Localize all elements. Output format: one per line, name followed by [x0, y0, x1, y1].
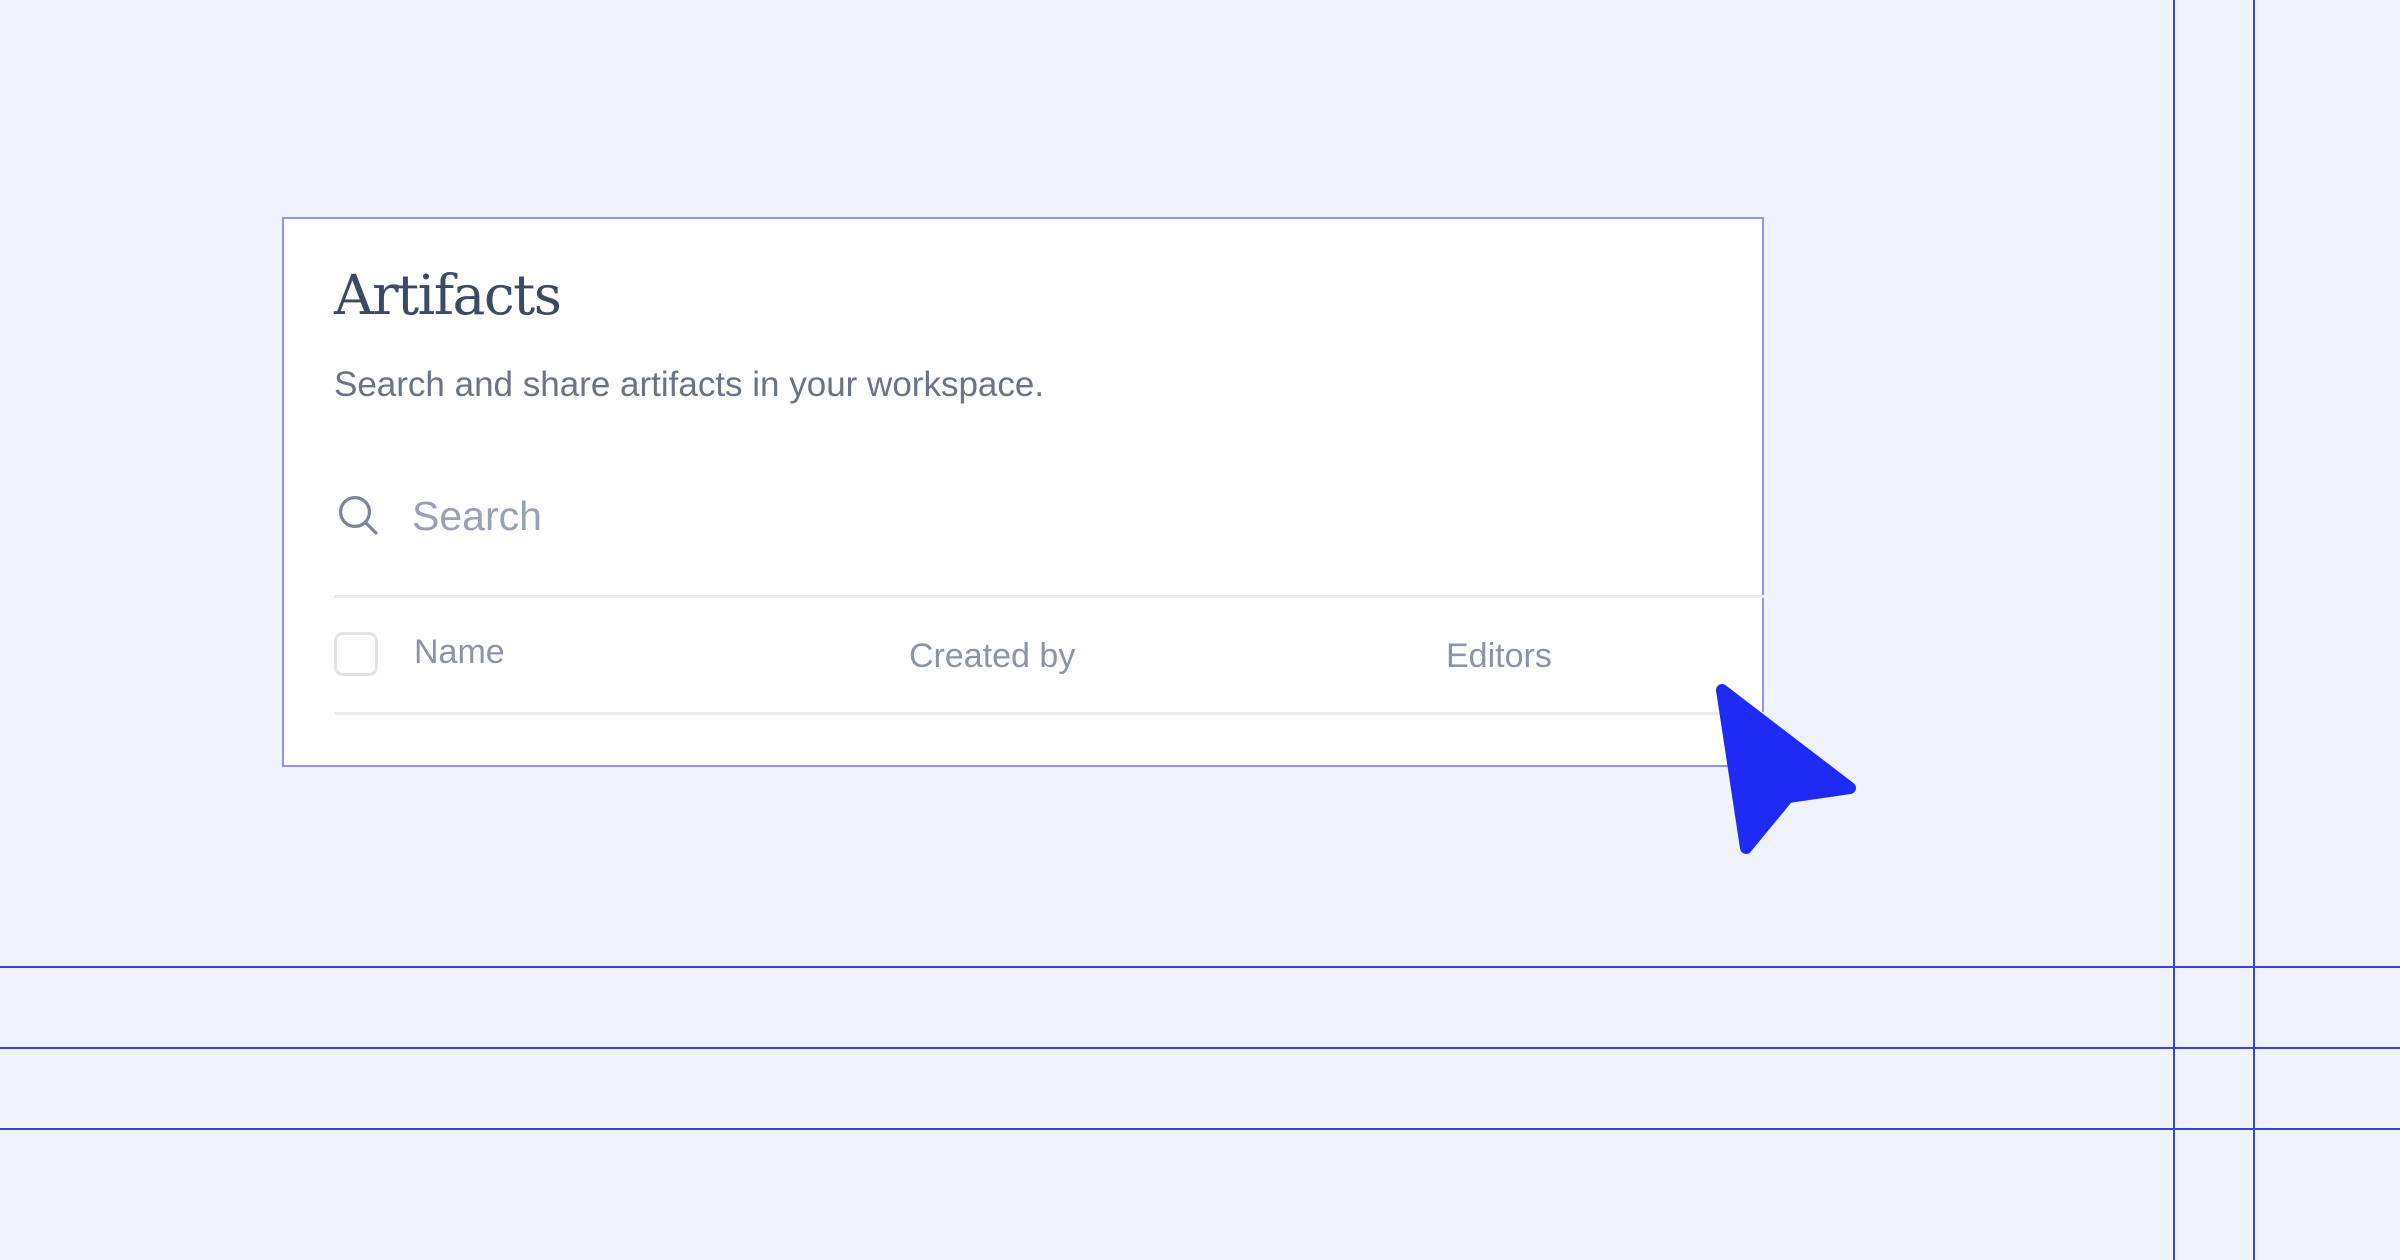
guide-line-horizontal-2: [0, 1047, 2400, 1049]
page-title: Artifacts: [334, 263, 562, 327]
column-header-editors[interactable]: Editors: [1446, 636, 1552, 677]
column-header-name[interactable]: Name: [414, 632, 505, 673]
select-all-checkbox[interactable]: [334, 632, 378, 676]
search-input[interactable]: [412, 481, 1712, 551]
guide-line-vertical-2: [2253, 0, 2255, 1260]
guide-line-vertical-1: [2173, 0, 2175, 1260]
search-icon: [339, 496, 378, 535]
table-header: Name Created by Editors: [334, 595, 1764, 715]
guide-line-horizontal-1: [0, 966, 2400, 968]
cursor-arrow-icon: [1716, 684, 1856, 854]
page-subtitle: Search and share artifacts in your works…: [334, 365, 1045, 404]
search-bar[interactable]: [334, 481, 1764, 551]
column-header-created-by[interactable]: Created by: [909, 636, 1075, 677]
artifacts-panel: Artifacts Search and share artifacts in …: [282, 217, 1764, 767]
guide-line-horizontal-3: [0, 1128, 2400, 1130]
